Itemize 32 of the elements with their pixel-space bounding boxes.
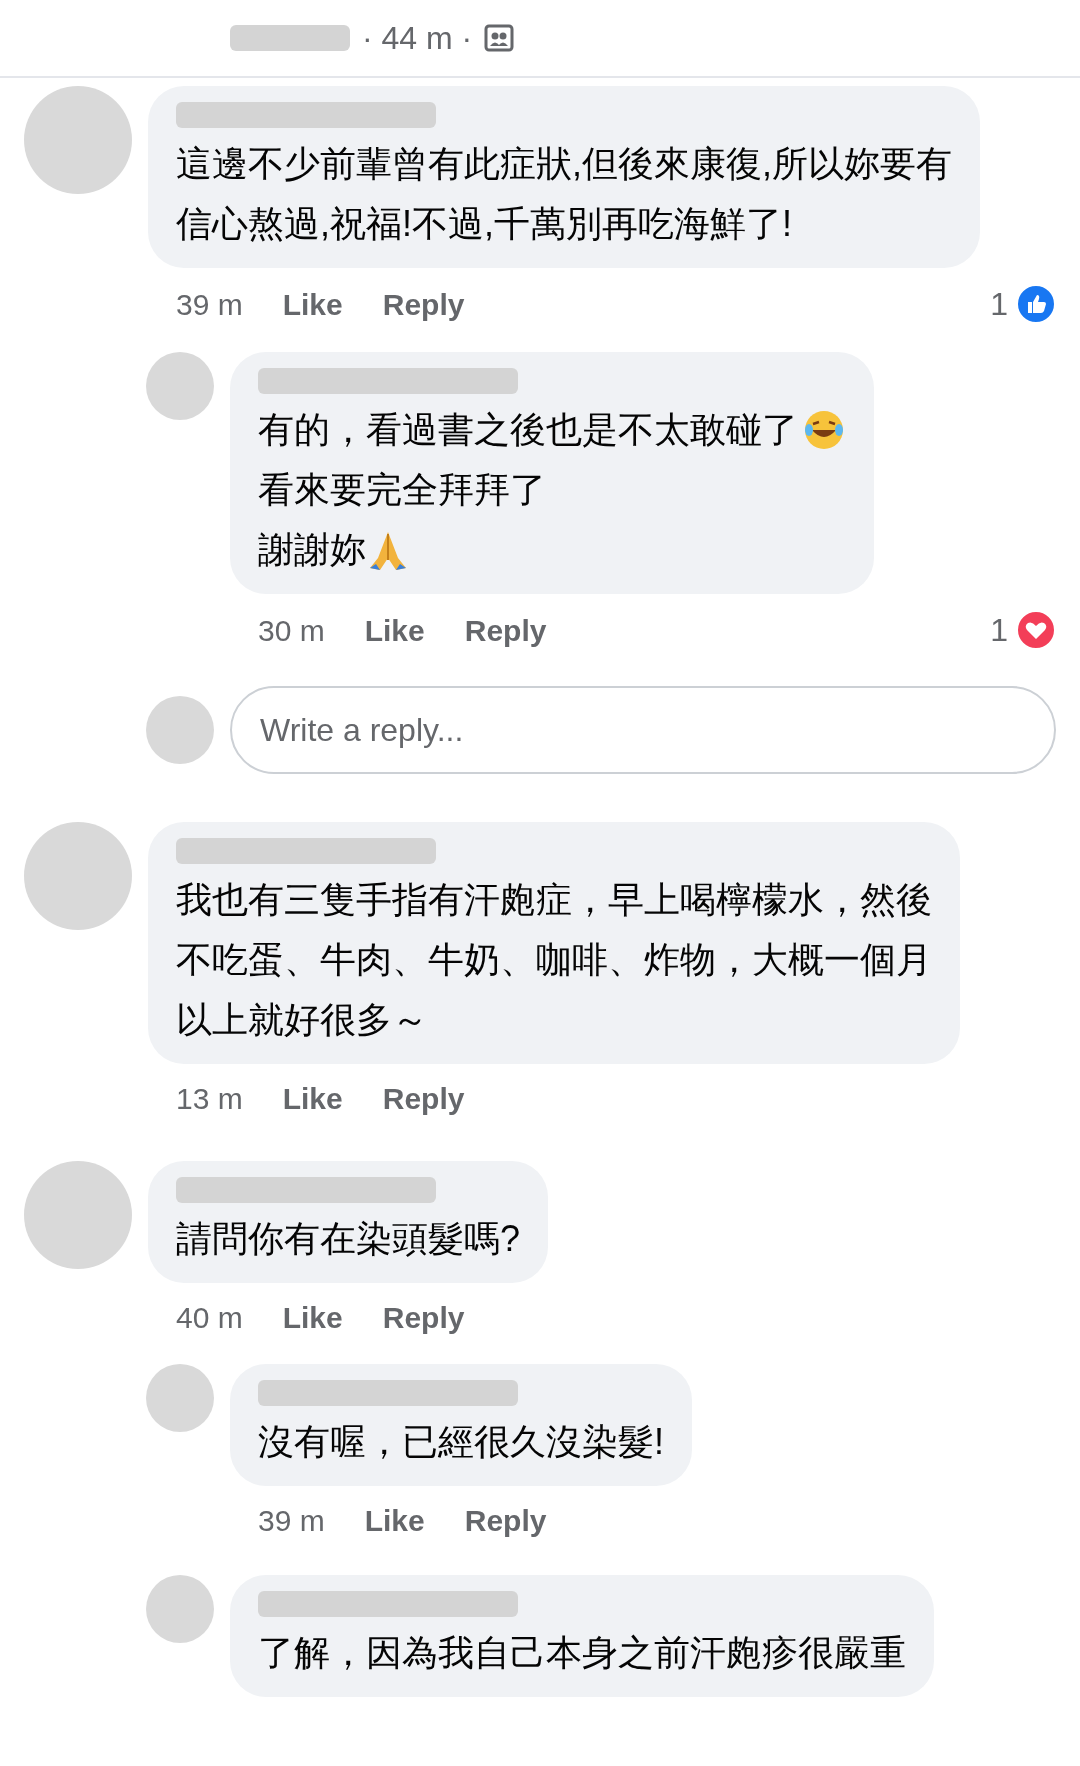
like-link[interactable]: Like [282,1295,343,1340]
post-time: · 44 m · [362,19,473,58]
comment-text: 看來要完全拜拜了 [258,468,546,512]
comment-text: 我也有三隻手指有汗皰症，早上喝檸檬水，然後 [176,878,932,922]
reply-link[interactable]: Reply [382,1295,465,1340]
comment-text: 了解，因為我自己本身之前汗皰疹很嚴重 [258,1631,906,1675]
comment-text: 這邊不少前輩曾有此症狀,但後來康復,所以妳要有 [176,142,952,186]
reply-link[interactable]: Reply [382,1076,465,1121]
reply-input-field[interactable]: Write a reply... [230,686,1056,774]
comment-time: 39 m [258,1503,325,1539]
reply-link[interactable]: Reply [382,281,465,327]
comment-text: 請問你有在染頭髮嗎? [176,1217,521,1261]
thumbs-up-icon[interactable] [1016,284,1056,324]
comment-text: 有的，看過書之後也是不太敢碰了 [258,408,798,452]
comment-text: 信心熬過,祝福!不過,千萬別再吃海鮮了! [176,202,792,246]
comment-text: 以上就好很多～ [176,998,428,1042]
comment-text: 沒有喔，已經很久沒染髮! [258,1420,664,1464]
comment-time: 39 m [176,286,243,323]
comment-text: 謝謝妳 [258,528,366,572]
like-link[interactable]: Like [364,607,425,653]
comment-text: 不吃蛋、牛肉、牛奶、咖啡、炸物，大概一個月 [176,938,932,982]
friends-icon [484,23,515,53]
reaction-count: 1 [990,611,1008,650]
comment-time: 30 m [258,612,325,649]
reply-link[interactable]: Reply [464,1498,547,1543]
like-link[interactable]: Like [364,1498,425,1543]
like-link[interactable]: Like [282,281,343,327]
comment-time: 40 m [176,1300,243,1336]
comment-time: 13 m [176,1081,243,1117]
reply-link[interactable]: Reply [464,607,547,653]
like-link[interactable]: Like [282,1076,343,1121]
reaction-count: 1 [990,285,1008,324]
